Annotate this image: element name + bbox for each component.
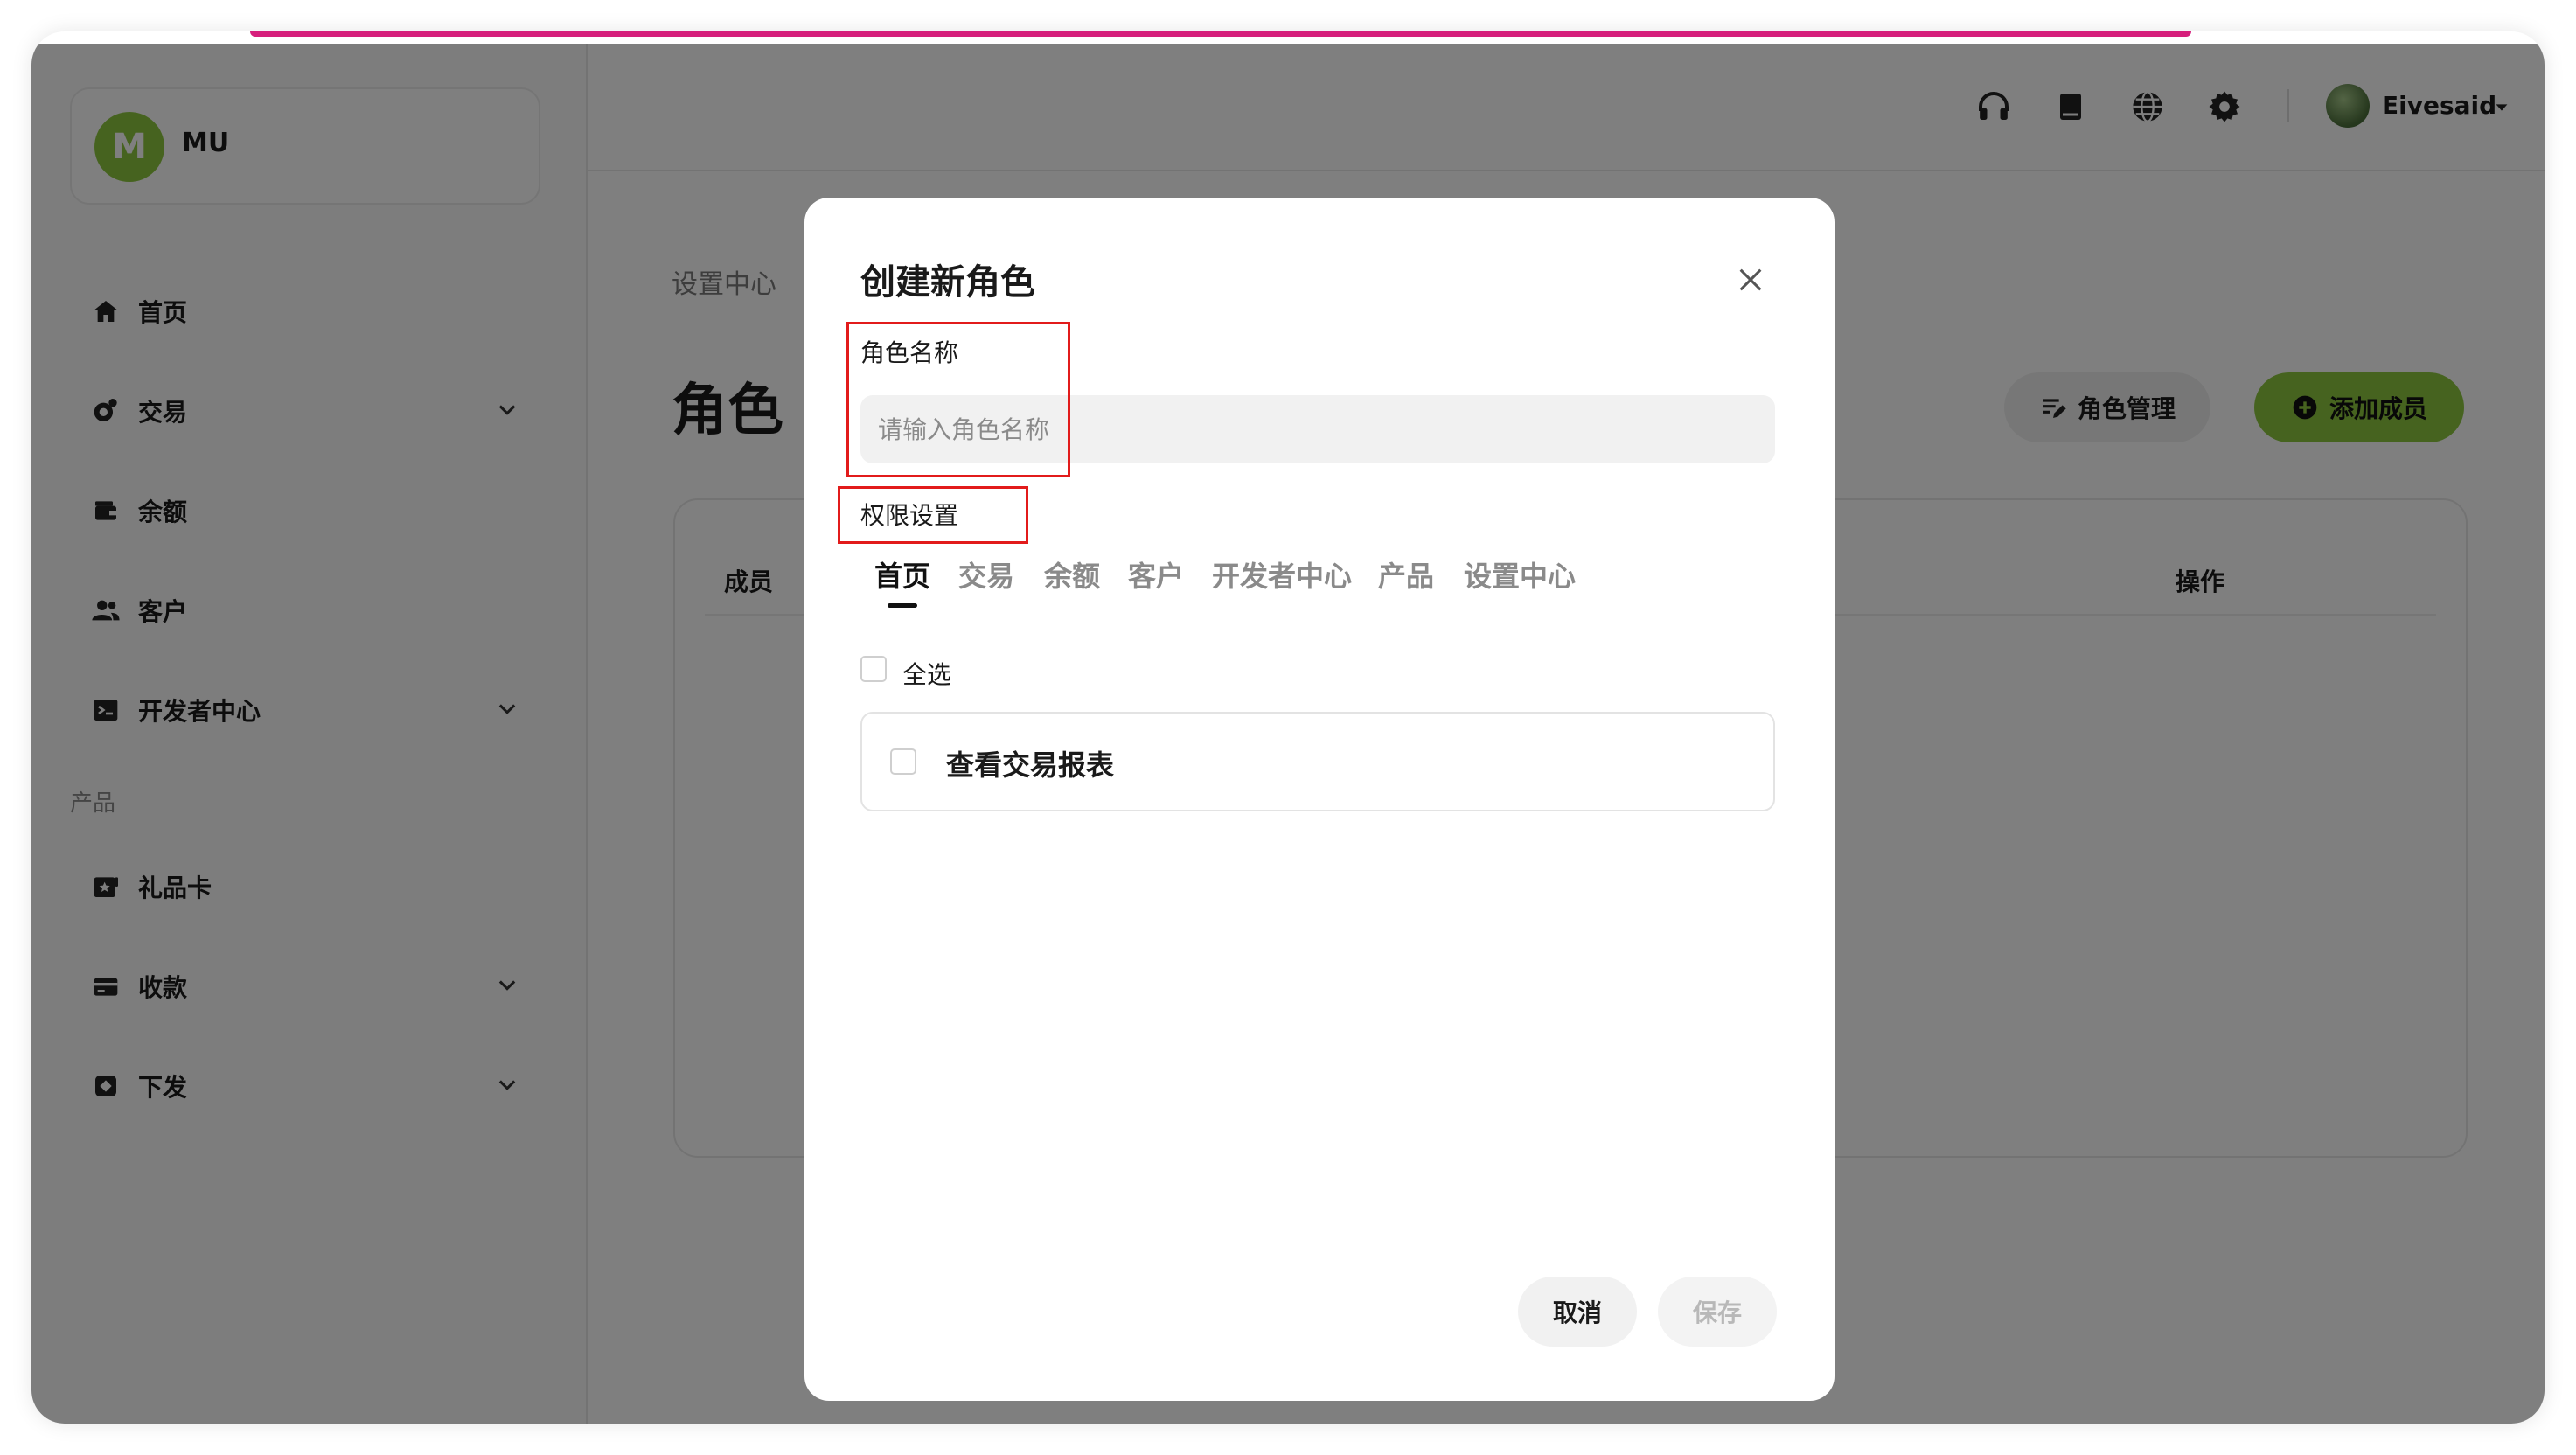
select-all-checkbox[interactable] <box>860 656 887 682</box>
save-button[interactable]: 保存 <box>1658 1277 1777 1347</box>
permission-label: 查看交易报表 <box>946 748 1115 782</box>
cancel-button[interactable]: 取消 <box>1518 1277 1637 1347</box>
create-role-dialog: 创建新角色 角色名称 权限设置 首页 交易 余额 客户 开发者中心 产品 设置中… <box>804 198 1835 1401</box>
tab-products[interactable]: 产品 <box>1378 554 1434 595</box>
annotation-box <box>846 322 1070 477</box>
annotation-box <box>838 486 1028 544</box>
tab-transactions[interactable]: 交易 <box>958 554 1014 595</box>
tab-balance[interactable]: 余额 <box>1044 554 1100 595</box>
active-tab-indicator <box>888 603 917 608</box>
select-all-label: 全选 <box>902 660 952 689</box>
tab-home[interactable]: 首页 <box>874 554 930 595</box>
permission-item[interactable]: 查看交易报表 <box>860 712 1775 811</box>
close-icon[interactable] <box>1730 259 1772 301</box>
tab-developer-center[interactable]: 开发者中心 <box>1212 554 1352 595</box>
permission-checkbox[interactable] <box>890 748 916 775</box>
dialog-title: 创建新角色 <box>860 262 1035 303</box>
tab-customers[interactable]: 客户 <box>1128 554 1184 595</box>
tab-settings-center[interactable]: 设置中心 <box>1464 554 1576 595</box>
app-root: M MU 首页 交易 <box>31 44 2545 1424</box>
app-window: M MU 首页 交易 <box>31 31 2545 1424</box>
top-accent-bar <box>250 31 2191 37</box>
